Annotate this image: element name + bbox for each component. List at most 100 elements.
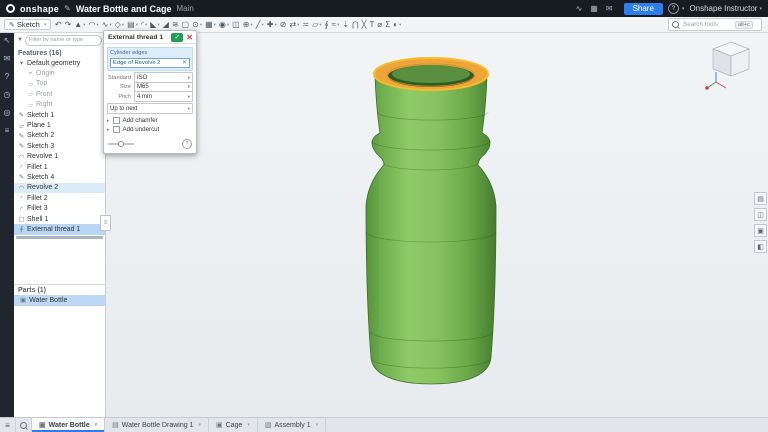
help-menu[interactable]: ? ▾	[667, 3, 684, 14]
user-menu[interactable]: Onshape Instructor ▾	[689, 4, 762, 13]
onshape-logo-icon[interactable]	[6, 4, 15, 13]
isolate-icon[interactable]: ▣	[754, 224, 767, 237]
draft-icon[interactable]: ◢	[161, 19, 170, 31]
tab-search-icon[interactable]	[16, 418, 32, 432]
filter-funnel-icon[interactable]: ▼	[17, 37, 23, 43]
cancel-button[interactable]: ✕	[186, 33, 193, 42]
shell-icon[interactable]: ▢	[180, 19, 191, 31]
tree-item-revolve-2[interactable]: ◠ Revolve 2	[14, 182, 105, 194]
tree-item-sketch-2[interactable]: ✎ Sketch 2	[14, 131, 105, 141]
appearance-icon[interactable]: ◐ ▾	[392, 19, 403, 31]
branch-label[interactable]: Main	[177, 4, 194, 13]
end-condition-dropdown[interactable]: Up to next ▾	[107, 103, 193, 115]
mirror-icon[interactable]: ◫	[231, 19, 242, 31]
spline-icon[interactable]: ≈ ▾	[330, 19, 341, 31]
edit-document-icon[interactable]: ✎	[64, 4, 71, 13]
undo-icon[interactable]: ↶	[53, 19, 63, 31]
project-curve-icon[interactable]: ⇣	[341, 19, 351, 31]
slider-knob[interactable]	[118, 141, 124, 147]
split-icon[interactable]: ╱ ▾	[254, 19, 265, 31]
thicken-icon[interactable]: ▤ ▾	[126, 19, 140, 31]
tab-water-bottle-drawing-1[interactable]: ▤ Water Bottle Drawing 1 ▾	[105, 418, 209, 432]
fillet-icon[interactable]: ◜ ▾	[139, 19, 148, 31]
tree-item-sketch-3[interactable]: ✎ Sketch 3	[14, 141, 105, 151]
display-options-icon[interactable]: ◧	[754, 240, 767, 253]
expander-icon[interactable]: ▸	[107, 118, 110, 124]
tree-item-sketch-1[interactable]: ✎ Sketch 1	[14, 110, 105, 120]
hole-icon[interactable]: ⊙ ▾	[191, 19, 204, 31]
text-tool-icon[interactable]: T	[368, 19, 376, 31]
tree-item-origin[interactable]: ⌖ Origin	[14, 68, 105, 78]
tab-assembly-1[interactable]: ▧ Assembly 1 ▾	[258, 418, 327, 432]
tab-water-bottle[interactable]: ▣ Water Bottle ▾	[32, 418, 106, 432]
apps-grid-icon[interactable]: ▦	[590, 4, 598, 13]
tab-cage[interactable]: ▣ Cage ▾	[209, 418, 258, 432]
measure-icon[interactable]: ⌀	[376, 19, 384, 31]
sketch-button[interactable]: ✎ Sketch ▾	[4, 19, 52, 30]
tree-item-default-geometry[interactable]: ▾ Default geometry	[14, 58, 105, 68]
tree-item-external-thread-1[interactable]: ∮ External thread 1	[14, 224, 105, 235]
tree-item-right[interactable]: ▱ Right	[14, 100, 105, 110]
chamfer-icon[interactable]: ◣ ▾	[149, 19, 161, 31]
history-panel-icon[interactable]: ◷	[4, 91, 11, 99]
dialog-help-icon[interactable]: ?	[182, 139, 192, 149]
tree-item-top[interactable]: ▱ Top	[14, 79, 105, 89]
plane-icon[interactable]: ▱ ▾	[311, 19, 323, 31]
boolean-icon[interactable]: ⊕ ▾	[241, 19, 254, 31]
model-water-bottle[interactable]	[105, 32, 768, 418]
preview-slider[interactable]	[108, 141, 134, 147]
add-undercut-toggle[interactable]: ▸ Add undercut	[107, 125, 193, 134]
param-dropdown[interactable]: 4 mm ▾	[134, 91, 193, 103]
delete-part-icon[interactable]: ⊘	[278, 19, 288, 31]
offset-surface-icon[interactable]: ≍	[301, 19, 311, 31]
tree-item-fillet-3[interactable]: ◜ Fillet 3	[14, 203, 105, 213]
selection-chip[interactable]: Edge of Revolve 2 ✕	[110, 57, 190, 68]
linear-pattern-icon[interactable]: ▦ ▾	[204, 19, 218, 31]
analytics-icon[interactable]: ∿	[576, 4, 583, 13]
tree-item-plane-1[interactable]: ▱ Plane 1	[14, 120, 105, 130]
checkbox[interactable]	[112, 117, 120, 124]
helix-icon[interactable]: ∮	[323, 19, 330, 31]
parts-header[interactable]: Parts (1)	[14, 283, 105, 295]
view-settings-icon[interactable]: ▤	[754, 192, 767, 205]
redo-icon[interactable]: ↷	[63, 19, 73, 31]
circular-pattern-icon[interactable]: ◉ ▾	[217, 19, 230, 31]
select-tool-icon[interactable]: ↖	[4, 37, 11, 45]
trim-curve-icon[interactable]: ╳	[360, 19, 368, 31]
search-tools-input[interactable]	[681, 20, 733, 29]
transform-icon[interactable]: ✚ ▾	[265, 19, 278, 31]
follow-mode-icon[interactable]: ◎	[4, 109, 11, 117]
rollback-bar[interactable]	[16, 235, 103, 239]
viewport-3d[interactable]: ▤ ◫ ▣ ◧	[105, 32, 768, 418]
part-item-water-bottle[interactable]: ▣ Water Bottle	[14, 294, 105, 306]
comments-panel-icon[interactable]: ✉	[4, 55, 11, 63]
tree-item-fillet-2[interactable]: ◜ Fillet 2	[14, 193, 105, 203]
share-button[interactable]: Share	[623, 2, 663, 15]
add-chamfer-toggle[interactable]: ▸ Add chamfer	[107, 116, 193, 125]
tab-manager-icon[interactable]: ≡	[0, 418, 16, 432]
panel-collapse-handle[interactable]: ≡	[100, 215, 111, 231]
tree-item-sketch-4[interactable]: ✎ Sketch 4	[14, 172, 105, 182]
revolve-icon[interactable]: ◠ ▾	[87, 19, 100, 31]
view-cube[interactable]	[702, 36, 760, 94]
checkbox[interactable]	[112, 126, 120, 133]
edge-selection-box[interactable]: Cylinder edges Edge of Revolve 2 ✕	[107, 47, 193, 71]
document-title[interactable]: Water Bottle and Cage	[76, 4, 172, 14]
toolbar-search[interactable]: alt+c	[668, 18, 762, 31]
feature-filter-input[interactable]	[24, 34, 102, 46]
tree-item-fillet-1[interactable]: ◜ Fillet 1	[14, 162, 105, 172]
extrude-icon[interactable]: ▲ ▾	[73, 19, 87, 31]
rib-icon[interactable]: ≋	[170, 19, 180, 31]
feature-list-icon[interactable]: ≡	[5, 127, 10, 135]
expander-icon[interactable]: ▸	[107, 127, 110, 133]
comments-icon[interactable]: ✉	[606, 4, 613, 13]
tree-item-shell-1[interactable]: ▢ Shell 1	[14, 214, 105, 224]
mass-properties-icon[interactable]: Σ	[384, 19, 392, 31]
accept-button[interactable]: ✓	[171, 32, 184, 42]
tree-item-front[interactable]: ▱ Front	[14, 89, 105, 99]
tree-item-revolve-1[interactable]: ◠ Revolve 1	[14, 152, 105, 162]
intersection-curve-icon[interactable]: ⋂	[351, 19, 361, 31]
section-view-icon[interactable]: ◫	[754, 208, 767, 221]
move-face-icon[interactable]: ⇄ ▾	[288, 19, 301, 31]
help-panel-icon[interactable]: ?	[5, 73, 9, 81]
